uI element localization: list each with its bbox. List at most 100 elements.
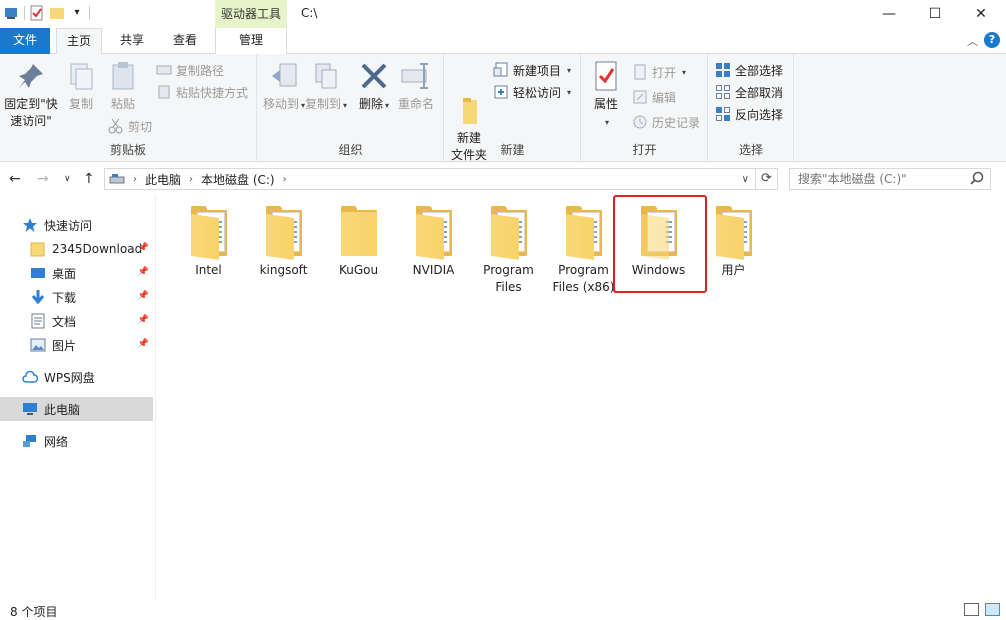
- new-item-label: 新建项目: [513, 63, 562, 78]
- select-none-label: 全部取消: [735, 85, 784, 100]
- easy-access-button[interactable]: 轻松访问 ▾: [493, 82, 571, 102]
- delete-button[interactable]: 删除 ▾: [358, 60, 390, 114]
- nav-network-label: 网络: [44, 434, 69, 449]
- nav-item-downloads[interactable]: 下载 📌: [0, 285, 153, 309]
- download-icon: [30, 289, 46, 305]
- open-group-label: 打开: [632, 143, 657, 157]
- select-group: 全部选择 全部取消 反向选择 选择: [709, 54, 794, 162]
- select-all-label: 全部选择: [735, 63, 784, 78]
- nav-wps-cloud[interactable]: WPS网盘: [0, 365, 153, 389]
- breadcrumb-separator-icon[interactable]: ›: [189, 174, 193, 185]
- nav-item-pictures[interactable]: 图片 📌: [0, 333, 153, 357]
- tab-home[interactable]: 主页: [56, 28, 102, 55]
- address-history-dropdown-icon[interactable]: ∨: [742, 174, 749, 185]
- folder-name: NVIDIA: [412, 263, 455, 277]
- select-group-label: 选择: [738, 143, 763, 157]
- copy-path-button[interactable]: 复制路径: [156, 60, 224, 80]
- copy-to-button[interactable]: 复制到 ▾: [304, 60, 348, 114]
- customize-qat-icon[interactable]: ▾: [69, 5, 85, 21]
- search-input[interactable]: [790, 169, 960, 189]
- address-bar[interactable]: › 此电脑 › 本地磁盘 (C:) › ∨: [104, 168, 756, 190]
- pin-quick-access-button[interactable]: 固定到"快速访问": [3, 60, 59, 130]
- maximize-button[interactable]: ☐: [912, 0, 958, 28]
- folder-icon: [339, 206, 379, 256]
- history-button[interactable]: 历史记录: [632, 112, 700, 132]
- up-arrow-icon[interactable]: ↑: [83, 171, 95, 187]
- nav-item-documents[interactable]: 文档 📌: [0, 309, 153, 333]
- nav-item-desktop[interactable]: 桌面 📌: [0, 261, 153, 285]
- explorer-app-icon[interactable]: [4, 5, 20, 21]
- select-none-button[interactable]: 全部取消: [715, 82, 783, 102]
- large-icons-view-icon[interactable]: [985, 603, 1000, 616]
- folder-item-nvidia[interactable]: NVIDIA: [396, 206, 471, 279]
- move-to-button[interactable]: 移动到 ▾: [262, 60, 306, 114]
- copy-path-label: 复制路径: [176, 63, 225, 78]
- clipboard-group-label: 剪贴板: [109, 143, 146, 157]
- recent-locations-icon[interactable]: ∨: [64, 174, 71, 184]
- tab-manage[interactable]: 管理: [215, 28, 287, 54]
- title-bar: ▾ 驱动器工具 C:\ — ☐ ✕: [0, 0, 1006, 28]
- tab-file[interactable]: 文件: [0, 28, 50, 54]
- nav-this-pc[interactable]: 此电脑: [0, 397, 153, 421]
- nav-quick-access[interactable]: 快速访问: [0, 213, 153, 237]
- new-folder-icon[interactable]: [49, 5, 65, 21]
- refresh-button[interactable]: ⟳: [756, 168, 778, 190]
- folder-item-intel[interactable]: Intel: [171, 206, 246, 279]
- folder-item-program-files-x86[interactable]: Program Files (x86): [546, 206, 621, 296]
- pane-divider[interactable]: [155, 195, 156, 600]
- collapse-ribbon-icon[interactable]: ︿: [967, 33, 978, 49]
- folder-item-kugou[interactable]: KuGou: [321, 206, 396, 279]
- ribbon-tabs: 文件 主页 共享 查看 管理 ︿ ?: [0, 28, 1006, 55]
- rename-button[interactable]: 重命名: [396, 60, 436, 113]
- pin-icon[interactable]: 📌: [138, 291, 149, 301]
- folder-item-program-files[interactable]: Program Files: [471, 206, 546, 296]
- properties-icon[interactable]: [29, 5, 45, 21]
- navigation-pane: 快速访问 2345Download 📌 桌面 📌 下载 📌 文档 📌 图片 📌: [0, 205, 155, 600]
- scissors-icon: [108, 118, 124, 134]
- help-icon[interactable]: ?: [984, 32, 1000, 48]
- edit-button[interactable]: 编辑: [632, 87, 676, 107]
- tab-share[interactable]: 共享: [110, 28, 154, 54]
- new-item-button[interactable]: 新建项目 ▾: [493, 60, 571, 80]
- cut-button[interactable]: 剪切: [108, 116, 152, 136]
- drive-tools-context-label: 驱动器工具: [215, 0, 287, 28]
- nav-item-label: 图片: [52, 338, 77, 353]
- invert-selection-button[interactable]: 反向选择: [715, 104, 783, 124]
- breadcrumb-separator-icon[interactable]: ›: [133, 174, 137, 185]
- star-icon: [22, 217, 38, 233]
- back-arrow-icon[interactable]: ←: [9, 171, 21, 187]
- folder-item-kingsoft[interactable]: kingsoft: [246, 206, 321, 279]
- breadcrumb-separator-icon[interactable]: ›: [283, 174, 287, 185]
- breadcrumb-local-disk[interactable]: 本地磁盘 (C:): [201, 171, 275, 188]
- nav-network[interactable]: 网络: [0, 429, 153, 453]
- nav-item-2345download[interactable]: 2345Download 📌: [0, 237, 153, 261]
- search-icon[interactable]: [970, 171, 984, 188]
- pin-icon[interactable]: 📌: [138, 315, 149, 325]
- minimize-button[interactable]: —: [866, 0, 912, 28]
- tab-view[interactable]: 查看: [162, 28, 208, 54]
- edit-icon: [632, 89, 648, 105]
- paste-button[interactable]: 粘贴: [106, 60, 140, 113]
- copy-to-icon: [310, 60, 342, 92]
- pin-icon[interactable]: 📌: [138, 339, 149, 349]
- paste-shortcut-button[interactable]: 粘贴快捷方式: [156, 82, 248, 102]
- forward-arrow-icon[interactable]: →: [37, 171, 49, 187]
- quick-access-toolbar: ▾: [4, 5, 90, 21]
- copy-button[interactable]: 复制: [64, 60, 98, 113]
- pin-icon[interactable]: 📌: [138, 267, 149, 277]
- folder-item-users[interactable]: 用户: [696, 206, 771, 279]
- nav-quick-access-label: 快速访问: [44, 218, 93, 233]
- breadcrumb-this-pc[interactable]: 此电脑: [145, 171, 181, 188]
- pin-icon[interactable]: 📌: [138, 243, 149, 253]
- properties-button[interactable]: 属性 ▾: [588, 60, 624, 131]
- rename-icon: [400, 60, 432, 92]
- folder-icon: [414, 206, 454, 260]
- network-icon: [22, 433, 38, 449]
- folder-icon: [189, 206, 229, 260]
- details-view-icon[interactable]: [964, 603, 979, 616]
- select-all-button[interactable]: 全部选择: [715, 60, 783, 80]
- open-button[interactable]: 打开 ▾: [632, 62, 686, 82]
- computer-icon: [22, 401, 38, 417]
- close-button[interactable]: ✕: [958, 0, 1004, 28]
- search-box[interactable]: [789, 168, 991, 190]
